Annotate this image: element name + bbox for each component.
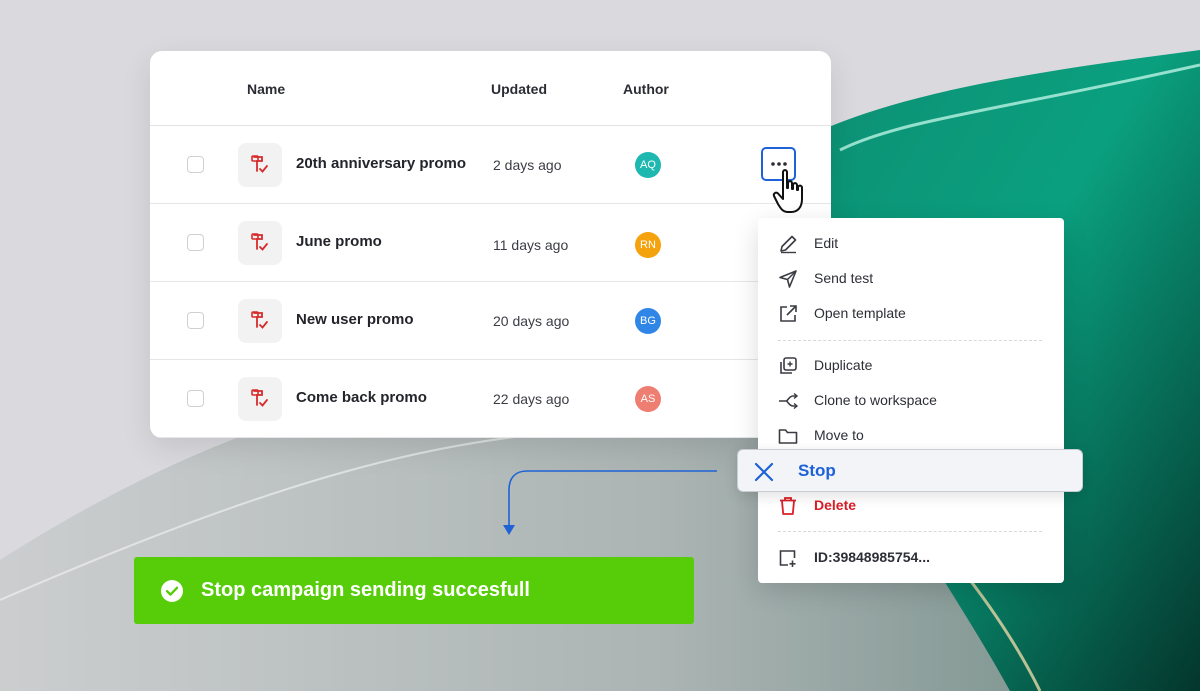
hand-cursor-icon — [772, 169, 803, 213]
row-updated: 11 days ago — [493, 237, 569, 253]
table-row[interactable]: Come back promo 22 days ago AS — [150, 360, 831, 438]
menu-item-label: Delete — [814, 497, 857, 513]
menu-item-open-template[interactable]: Open template — [758, 296, 1064, 330]
avatar: BG — [635, 308, 661, 334]
menu-item-label: Duplicate — [814, 357, 873, 373]
campaign-icon — [238, 299, 282, 343]
table-header: Name Updated Author — [150, 51, 831, 126]
branch-icon — [779, 392, 799, 410]
table-row[interactable]: June promo 11 days ago RN — [150, 204, 831, 282]
column-updated-header[interactable]: Updated — [491, 81, 547, 97]
menu-item-label: Edit — [814, 235, 839, 251]
menu-item-copy-id[interactable]: ID:39848985754... — [758, 540, 1064, 574]
row-name[interactable]: June promo — [296, 233, 382, 250]
row-name[interactable]: 20th anniversary promo — [296, 155, 466, 172]
arrow-icon — [503, 470, 717, 535]
menu-item-duplicate[interactable]: Duplicate — [758, 348, 1064, 382]
pencil-icon — [780, 235, 797, 254]
menu-item-label: Stop — [798, 461, 836, 480]
check-circle-icon — [161, 580, 183, 602]
table-row[interactable]: New user promo 20 days ago BG — [150, 282, 831, 360]
campaign-icon — [238, 377, 282, 421]
menu-item-label: ID:39848985754... — [814, 549, 930, 565]
row-checkbox[interactable] — [187, 234, 204, 251]
copy-id-icon — [779, 550, 796, 567]
send-icon — [779, 270, 797, 288]
menu-item-delete[interactable]: Delete — [758, 488, 1064, 522]
row-name[interactable]: New user promo — [296, 311, 414, 328]
campaign-icon — [238, 221, 282, 265]
avatar: AS — [635, 386, 661, 412]
avatar: RN — [635, 232, 661, 258]
menu-item-label: Move to — [814, 427, 864, 443]
row-checkbox[interactable] — [187, 312, 204, 329]
table-row[interactable]: 20th anniversary promo 2 days ago AQ — [150, 126, 831, 204]
close-icon — [754, 462, 774, 482]
menu-item-edit[interactable]: Edit — [758, 226, 1064, 260]
context-menu: Edit Send test Open template Duplicate C… — [758, 218, 1064, 583]
success-toast: Stop campaign sending succesfull — [134, 557, 694, 624]
menu-divider — [778, 531, 1042, 532]
menu-item-clone-to-workspace[interactable]: Clone to workspace — [758, 383, 1064, 417]
menu-item-move-to[interactable]: Move to — [758, 418, 1064, 452]
row-checkbox[interactable] — [187, 156, 204, 173]
column-name-header[interactable]: Name — [247, 81, 285, 97]
row-name[interactable]: Come back promo — [296, 389, 427, 406]
menu-divider — [778, 340, 1042, 341]
duplicate-icon — [780, 357, 797, 374]
campaign-icon — [238, 143, 282, 187]
row-updated: 20 days ago — [493, 313, 570, 329]
trash-icon — [780, 497, 796, 515]
menu-item-label: Open template — [814, 305, 906, 321]
column-author-header[interactable]: Author — [623, 81, 669, 97]
external-link-icon — [780, 305, 797, 322]
row-updated: 22 days ago — [493, 391, 570, 407]
row-checkbox[interactable] — [187, 390, 204, 407]
row-updated: 2 days ago — [493, 157, 562, 173]
more-dots-icon — [770, 162, 787, 166]
folder-icon — [778, 429, 798, 444]
menu-item-send-test[interactable]: Send test — [758, 261, 1064, 295]
campaigns-table: Name Updated Author 20th anniversary pro… — [150, 51, 831, 438]
menu-item-stop[interactable]: Stop — [737, 449, 1083, 492]
toast-message: Stop campaign sending succesfull — [201, 579, 530, 601]
avatar: AQ — [635, 152, 661, 178]
menu-item-label: Clone to workspace — [814, 392, 937, 408]
menu-item-label: Send test — [814, 270, 874, 286]
